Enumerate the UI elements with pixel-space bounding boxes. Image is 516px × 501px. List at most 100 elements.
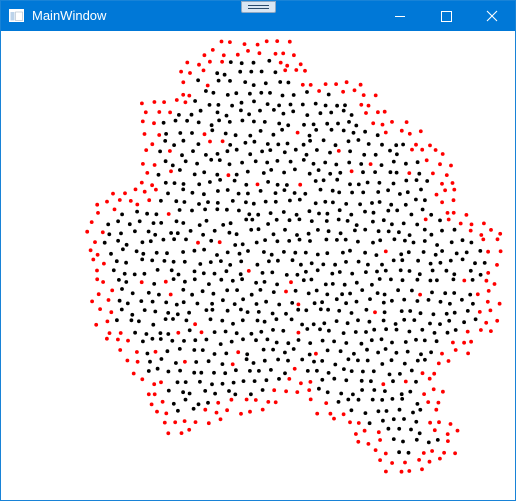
interior-point	[234, 331, 239, 336]
interior-point	[151, 322, 156, 327]
interior-point	[276, 142, 281, 147]
boundary-point	[284, 389, 288, 394]
interior-point	[343, 103, 347, 108]
boundary-point	[152, 392, 157, 397]
interior-point	[414, 379, 418, 384]
interior-point	[383, 347, 388, 351]
interior-point	[325, 251, 330, 256]
app-window-icon[interactable]	[9, 9, 24, 22]
boundary-point	[135, 350, 139, 354]
interior-point	[308, 239, 312, 243]
interior-point	[403, 340, 408, 344]
boundary-point	[94, 322, 99, 327]
interior-point	[422, 338, 427, 343]
interior-point	[376, 229, 381, 234]
boundary-point	[371, 121, 376, 126]
interior-point	[208, 317, 213, 322]
interior-point	[244, 357, 249, 362]
interior-point	[223, 371, 228, 376]
boundary-point	[417, 458, 421, 462]
interior-point	[406, 250, 411, 255]
interior-point	[324, 237, 329, 242]
interior-point	[428, 321, 432, 326]
interior-point	[191, 149, 195, 153]
interior-point	[375, 291, 380, 295]
boundary-point	[168, 110, 173, 115]
maximize-button[interactable]	[423, 1, 469, 31]
interior-point	[368, 297, 372, 301]
boundary-point	[423, 217, 428, 222]
interior-point	[134, 249, 139, 254]
interior-point	[356, 239, 360, 244]
interior-point	[193, 99, 198, 103]
interior-point	[373, 170, 377, 175]
boundary-point	[344, 80, 349, 85]
boundary-point	[164, 411, 169, 416]
interior-point	[329, 127, 334, 132]
interior-point	[230, 278, 235, 283]
boundary-point	[93, 240, 97, 245]
boundary-point	[495, 263, 499, 267]
interior-point	[192, 277, 197, 282]
interior-point	[177, 208, 182, 212]
boundary-point	[495, 318, 500, 323]
interior-point	[181, 138, 186, 143]
boundary-point	[95, 202, 100, 207]
interior-point	[438, 322, 442, 326]
interior-point	[294, 212, 299, 217]
boundary-point	[440, 200, 444, 205]
drag-grip-icon[interactable]	[241, 1, 276, 13]
interior-point	[228, 221, 233, 226]
interior-point	[135, 209, 140, 214]
boundary-point	[383, 451, 388, 456]
interior-point	[261, 347, 266, 352]
close-button[interactable]	[469, 1, 515, 31]
boundary-point	[154, 187, 158, 192]
interior-point	[263, 199, 268, 204]
interior-point	[305, 90, 309, 94]
title-bar[interactable]: MainWindow	[1, 1, 515, 31]
interior-point	[116, 219, 120, 224]
interior-point	[181, 390, 186, 395]
interior-point	[391, 379, 395, 384]
interior-point	[363, 129, 367, 134]
interior-point	[390, 340, 394, 345]
interior-point	[200, 289, 205, 294]
boundary-point	[283, 68, 288, 73]
interior-point	[233, 392, 238, 397]
interior-point	[389, 277, 393, 282]
interior-point	[206, 359, 211, 364]
interior-point	[419, 352, 423, 357]
interior-point	[281, 328, 286, 333]
boundary-point	[111, 191, 115, 196]
boundary-point	[426, 400, 431, 404]
boundary-point	[88, 248, 93, 253]
interior-point	[451, 277, 456, 282]
boundary-point	[272, 388, 277, 393]
interior-point	[324, 219, 329, 223]
interior-point	[308, 138, 312, 143]
interior-point	[312, 359, 316, 364]
interior-point	[342, 282, 347, 287]
minimize-button[interactable]	[377, 1, 423, 31]
interior-point	[323, 160, 328, 165]
interior-point	[401, 142, 405, 147]
boundary-point	[497, 301, 502, 306]
interior-point	[400, 278, 405, 283]
boundary-point	[324, 401, 329, 405]
interior-point	[215, 253, 219, 257]
interior-point	[311, 122, 316, 127]
canvas-area[interactable]	[1, 31, 515, 500]
interior-point	[197, 202, 201, 206]
interior-point	[400, 258, 405, 263]
interior-point	[241, 337, 245, 342]
boundary-point	[142, 189, 147, 194]
interior-point	[465, 309, 470, 313]
interior-point	[238, 69, 243, 74]
boundary-point	[438, 162, 442, 167]
interior-point	[383, 268, 388, 273]
interior-point	[440, 228, 444, 233]
boundary-point	[225, 408, 230, 413]
boundary-point	[202, 132, 207, 137]
boundary-point	[98, 307, 102, 311]
